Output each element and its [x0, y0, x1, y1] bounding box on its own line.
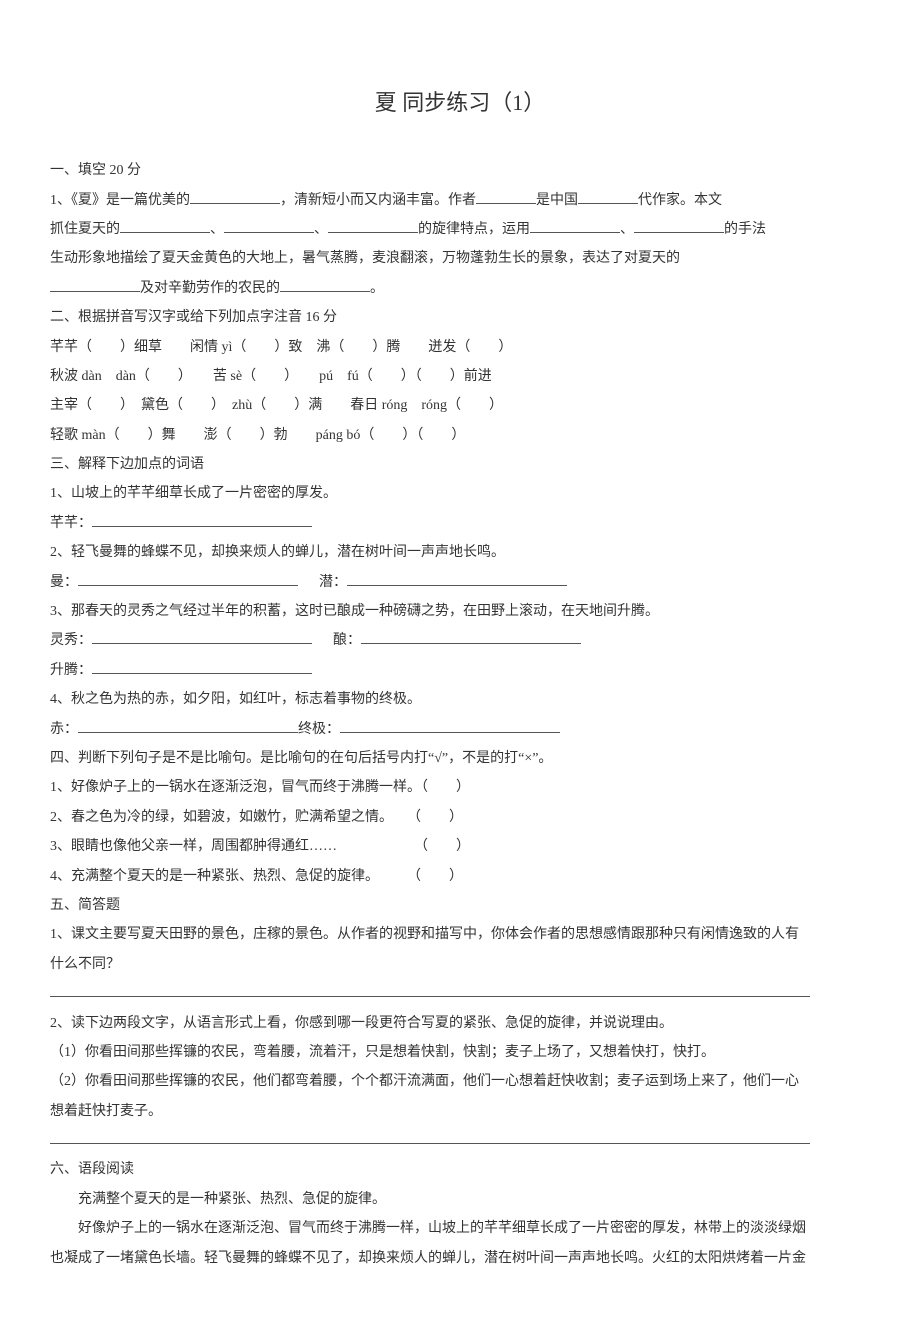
blank[interactable] — [224, 218, 314, 233]
section-3-head: 三、解释下边加点的词语 — [50, 450, 870, 479]
label: 赤： — [50, 722, 78, 737]
s6-p2: 好像炉子上的一锅水在逐渐泛泡、冒气而终于沸腾一样，山坡上的芊芊细草长成了一片密密… — [50, 1214, 870, 1243]
text: 、 — [210, 222, 224, 237]
s5-q1b: 什么不同？ — [50, 950, 870, 979]
text: 的旋律特点，运用 — [418, 222, 530, 237]
s3-q4-blank: 赤： 终极： — [50, 715, 870, 744]
s3-q4: 4、秋之色为热的赤，如夕阳，如红叶，标志着事物的终极。 — [50, 685, 870, 714]
blank[interactable] — [634, 218, 724, 233]
page-title: 夏 同步练习（1） — [50, 80, 870, 126]
blank[interactable] — [280, 277, 370, 292]
s3-q3-blank1: 灵秀： 酿： — [50, 626, 870, 655]
s1-q1-line3: 生动形象地描绘了夏天金黄色的大地上，暑气蒸腾，麦浪翻滚，万物蓬勃生长的景象，表达… — [50, 244, 870, 273]
blank[interactable] — [78, 571, 298, 586]
section-4-head: 四、判断下列句子是不是比喻句。是比喻句的在句后括号内打“√”，不是的打“×”。 — [50, 744, 870, 773]
s6-p1: 充满整个夏天的是一种紧张、热烈、急促的旋律。 — [50, 1185, 870, 1214]
s2-line4: 轻歌 màn（ ）舞 澎（ ）勃 páng bó（ ）（ ） — [50, 421, 870, 450]
s5-q2a: （1）你看田间那些挥镰的农民，弯着腰，流着汗，只是想着快割，快割；麦子上场了，又… — [50, 1038, 870, 1067]
s3-q3-blank2: 升腾： — [50, 656, 870, 685]
label: 灵秀： — [50, 633, 92, 648]
blank[interactable] — [190, 189, 280, 204]
blank[interactable] — [578, 189, 638, 204]
s2-line1: 芊芊（ ）细草 闲情 yì（ ）致 沸（ ）腾 迸发（ ） — [50, 333, 870, 362]
blank[interactable] — [476, 189, 536, 204]
blank[interactable] — [92, 659, 312, 674]
s1-q1-line4: 及对辛勤劳作的农民的 。 — [50, 274, 870, 303]
blank[interactable] — [361, 629, 581, 644]
s3-q2-blank: 曼： 潜： — [50, 568, 870, 597]
label: 升腾： — [50, 663, 92, 678]
s5-q2b: （2）你看田间那些挥镰的农民，他们都弯着腰，个个都汗流满面，他们一心想着赶快收割… — [50, 1067, 870, 1096]
text: 的手法 — [724, 222, 766, 237]
s2-line3: 主宰（ ） 黛色（ ） zhù（ ）满 春日 róng róng（ ） — [50, 391, 870, 420]
label: 潜： — [319, 575, 347, 590]
s1-q1-line2: 抓住夏天的 、 、 的旋律特点，运用 、 的手法 — [50, 215, 870, 244]
blank[interactable] — [347, 571, 567, 586]
blank[interactable] — [120, 218, 210, 233]
text: 、 — [314, 222, 328, 237]
blank[interactable] — [340, 718, 560, 733]
section-6-head: 六、语段阅读 — [50, 1155, 870, 1184]
s5-q1a: 1、课文主要写夏天田野的景色，庄稼的景色。从作者的视野和描写中，你体会作者的思想… — [50, 920, 870, 949]
text: 、 — [620, 222, 634, 237]
s5-q2c: 想着赶快打麦子。 — [50, 1097, 870, 1126]
text: 是中国 — [536, 193, 578, 208]
s4-q4: 4、充满整个夏天的是一种紧张、热烈、急促的旋律。 （ ） — [50, 862, 870, 891]
blank[interactable] — [530, 218, 620, 233]
text: 抓住夏天的 — [50, 222, 120, 237]
s1-q1-line1: 1、《夏》是一篇优美的 ，清新短小而又内涵丰富。作者 是中国 代作家。本文 — [50, 186, 870, 215]
text: ，清新短小而又内涵丰富。作者 — [280, 193, 476, 208]
section-2-head: 二、根据拼音写汉字或给下列加点字注音 16 分 — [50, 303, 870, 332]
label: 酿： — [333, 633, 361, 648]
s5-q2: 2、读下边两段文字，从语言形式上看，你感到哪一段更符合写夏的紧张、急促的旋律，并… — [50, 1009, 870, 1038]
text: 1、《夏》是一篇优美的 — [50, 193, 190, 208]
blank[interactable] — [92, 512, 312, 527]
s4-q1: 1、好像炉子上的一锅水在逐渐泛泡，冒气而终于沸腾一样。（ ） — [50, 773, 870, 802]
s3-q2: 2、轻飞曼舞的蜂蝶不见，却换来烦人的蝉儿，潜在树叶间一声声地长鸣。 — [50, 538, 870, 567]
blank[interactable] — [50, 277, 140, 292]
s3-q3: 3、那春天的灵秀之气经过半年的积蓄，这时已酿成一种磅礴之势，在田野上滚动，在天地… — [50, 597, 870, 626]
blank[interactable] — [78, 718, 298, 733]
label: 终极： — [298, 722, 340, 737]
label: 芊芊： — [50, 516, 92, 531]
blank[interactable] — [92, 629, 312, 644]
section-5-head: 五、简答题 — [50, 891, 870, 920]
text: 。 — [370, 281, 384, 296]
s4-q3: 3、眼睛也像他父亲一样，周围都肿得通红…… （ ） — [50, 832, 870, 861]
s6-p3: 也凝成了一堵黛色长墙。轻飞曼舞的蜂蝶不见了，却换来烦人的蝉儿，潜在树叶间一声声地… — [50, 1244, 870, 1273]
s3-q1: 1、山坡上的芊芊细草长成了一片密密的厚发。 — [50, 479, 870, 508]
answer-line[interactable] — [50, 979, 870, 1008]
text: 及对辛勤劳作的农民的 — [140, 281, 280, 296]
text: 代作家。本文 — [638, 193, 722, 208]
label: 曼： — [50, 575, 78, 590]
s3-q1-blank: 芊芊： — [50, 509, 870, 538]
s2-line2: 秋波 dàn dàn（ ） 苦 sè（ ） pú fú（ ）（ ）前进 — [50, 362, 870, 391]
answer-line[interactable] — [50, 1126, 870, 1155]
section-1-head: 一、填空 20 分 — [50, 156, 870, 185]
s4-q2: 2、春之色为冷的绿，如碧波，如嫩竹，贮满希望之情。 （ ） — [50, 803, 870, 832]
blank[interactable] — [328, 218, 418, 233]
